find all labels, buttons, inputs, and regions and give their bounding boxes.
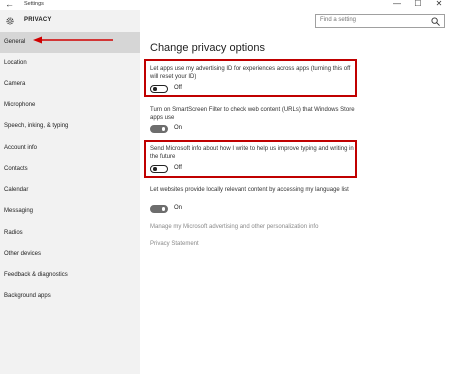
sidebar: PRIVACY General Location Camera Micropho… — [0, 10, 140, 374]
sidebar-item-camera[interactable]: Camera — [0, 74, 140, 95]
language-list-state: On — [174, 205, 183, 211]
toggle-knob — [153, 87, 157, 91]
sidebar-item-radios[interactable]: Radios — [0, 223, 140, 244]
advertising-id-state: Off — [174, 85, 182, 91]
language-list-toggle[interactable] — [150, 205, 168, 213]
sidebar-item-microphone[interactable]: Microphone — [0, 95, 140, 116]
sidebar-item-background-apps[interactable]: Background apps — [0, 286, 140, 307]
setting-advertising-id-label: Let apps use my advertising ID for exper… — [150, 66, 351, 80]
sidebar-header: PRIVACY — [0, 10, 140, 32]
manage-advertising-link[interactable]: Manage my Microsoft advertising and othe… — [150, 224, 318, 230]
setting-smartscreen-label: Turn on SmartScreen Filter to check web … — [150, 107, 355, 121]
smartscreen-toggle[interactable] — [150, 125, 168, 133]
sidebar-item-account-info[interactable]: Account info — [0, 138, 140, 159]
sidebar-item-calendar[interactable]: Calendar — [0, 180, 140, 201]
close-button[interactable]: ✕ — [432, 0, 446, 9]
maximize-button[interactable]: ☐ — [411, 0, 425, 9]
sidebar-title: PRIVACY — [24, 17, 52, 23]
typing-info-toggle[interactable] — [150, 165, 168, 173]
sidebar-item-contacts[interactable]: Contacts — [0, 159, 140, 180]
page-title: Change privacy options — [150, 42, 265, 54]
main-content: Change privacy options Let apps use my a… — [140, 10, 450, 374]
sidebar-item-messaging[interactable]: Messaging — [0, 201, 140, 222]
privacy-statement-link[interactable]: Privacy Statement — [150, 241, 199, 247]
setting-typing-info-label: Send Microsoft info about how I write to… — [150, 146, 354, 160]
smartscreen-state: On — [174, 125, 183, 131]
sidebar-item-other-devices[interactable]: Other devices — [0, 244, 140, 265]
gear-icon — [6, 17, 14, 25]
sidebar-item-speech[interactable]: Speech, inking, & typing — [0, 116, 140, 137]
advertising-id-toggle[interactable] — [150, 85, 168, 93]
typing-info-state: Off — [174, 165, 182, 171]
back-arrow-icon[interactable]: ← — [5, 0, 14, 9]
toggle-knob — [161, 127, 165, 131]
setting-language-list-label: Let websites provide locally relevant co… — [150, 187, 349, 193]
annotation-arrow — [33, 36, 113, 44]
title-bar: ← Settings — ☐ ✕ — [0, 0, 450, 10]
toggle-knob — [161, 207, 165, 211]
minimize-button[interactable]: — — [390, 0, 404, 9]
toggle-knob — [153, 167, 157, 171]
window-title: Settings — [24, 1, 44, 7]
sidebar-item-location[interactable]: Location — [0, 53, 140, 74]
sidebar-item-feedback[interactable]: Feedback & diagnostics — [0, 265, 140, 286]
